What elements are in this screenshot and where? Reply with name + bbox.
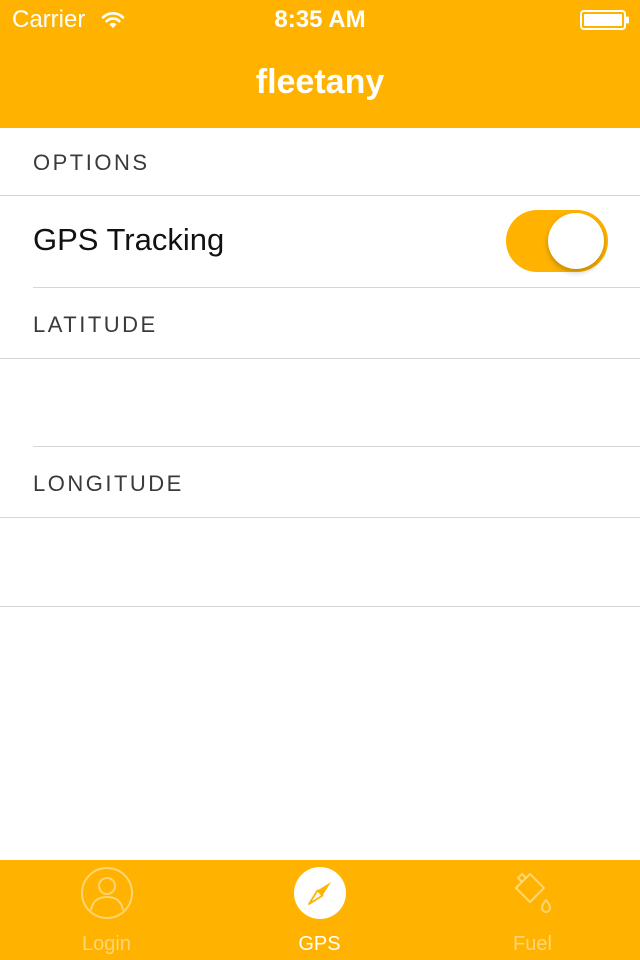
header: Carrier 8:35 AM fleetany [0,0,640,128]
tab-login[interactable]: Login [0,860,213,960]
section-header-options: OPTIONS [0,128,640,196]
fuel-can-icon [514,873,551,913]
page-title: fleetany [255,63,385,101]
tab-fuel-label: Fuel [513,933,552,955]
tab-fuel[interactable]: Fuel [426,860,639,960]
tab-gps[interactable]: GPS [213,860,426,960]
gps-tracking-toggle[interactable] [506,210,608,272]
person-icon [80,867,133,919]
section-header-longitude: LONGITUDE [0,447,640,518]
options-header-label: OPTIONS [33,150,150,175]
status-time: 8:35 AM [274,6,366,33]
longitude-header-label: LONGITUDE [33,471,184,496]
tab-login-label: Login [82,933,131,955]
longitude-input[interactable] [33,536,617,590]
section-header-latitude: LATITUDE [0,288,640,359]
list-bottom-divider [0,606,640,607]
tab-gps-label: GPS [298,933,341,955]
status-bar: Carrier 8:35 AM [0,0,640,40]
tab-bar: Login GPS Fuel [0,860,640,960]
gps-tracking-row: GPS Tracking [0,196,640,287]
latitude-input[interactable] [33,377,617,431]
latitude-row [0,359,640,447]
latitude-header-label: LATITUDE [33,312,158,337]
compass-icon [293,867,346,919]
battery-icon [580,10,629,30]
app-screen: Carrier 8:35 AM fleetany OPTIONS GPS Tra… [0,0,640,960]
gps-tracking-label: GPS Tracking [33,222,225,257]
longitude-row [0,518,640,606]
toggle-knob [548,213,604,269]
